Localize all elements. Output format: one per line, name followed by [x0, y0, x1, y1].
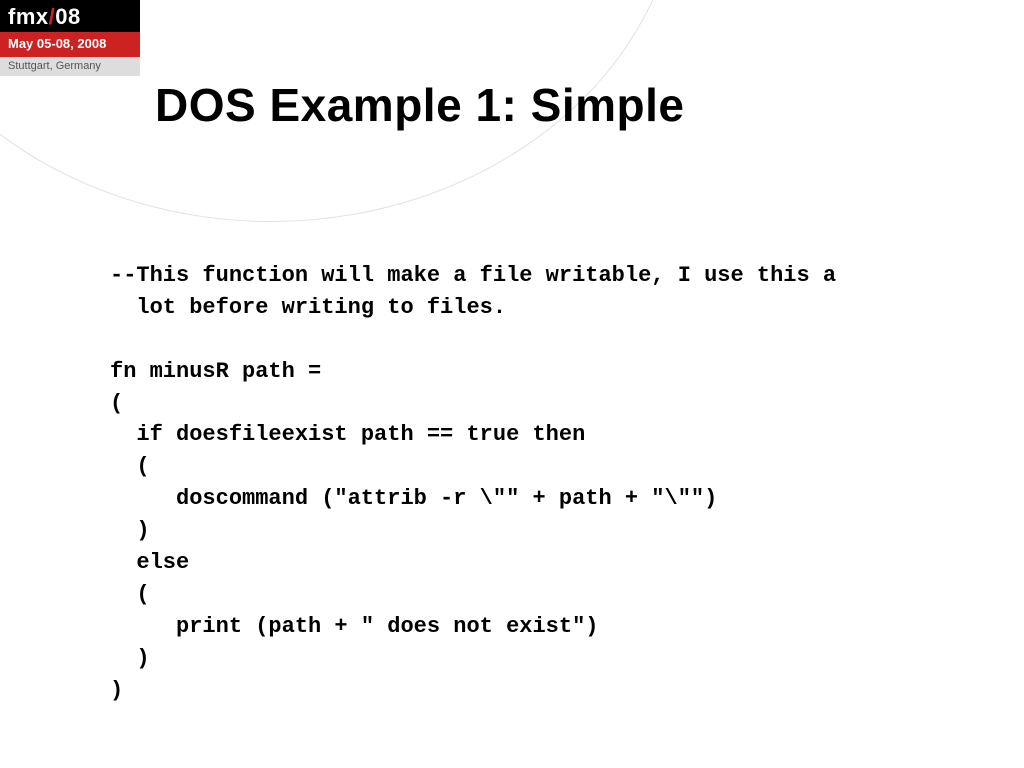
slide-title: DOS Example 1: Simple [155, 78, 684, 132]
code-block: --This function will make a file writabl… [110, 260, 984, 706]
badge-location: Stuttgart, Germany [0, 57, 140, 76]
badge-year: 08 [55, 4, 80, 29]
conference-badge: fmx/08 May 05-08, 2008 Stuttgart, German… [0, 0, 140, 76]
badge-dates: May 05-08, 2008 [0, 32, 140, 57]
badge-title: fmx/08 [0, 0, 140, 32]
badge-name: fmx [8, 4, 49, 29]
